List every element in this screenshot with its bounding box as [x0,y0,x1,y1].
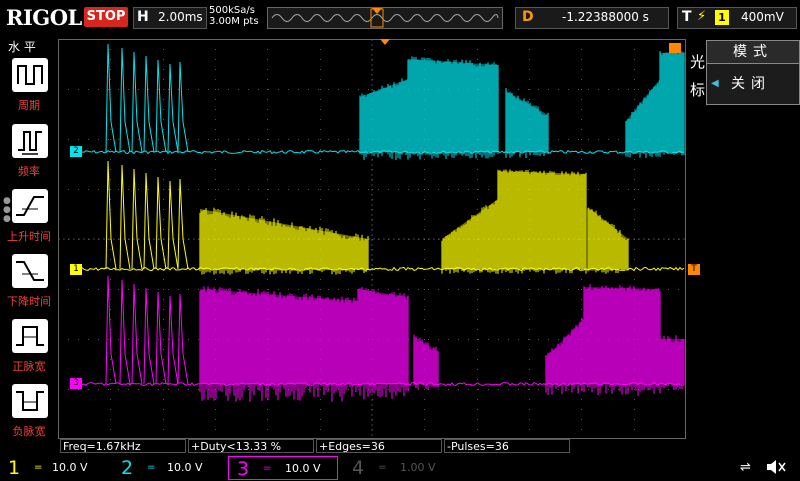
menu-title: 水 平 [8,40,36,54]
trigger-label: T [682,9,692,25]
positive-pulse-width-button[interactable] [12,319,48,353]
rising-edge-icon: ⚡ [697,9,707,24]
ch3-scale: 10.0 V [285,462,321,475]
rigol-logo: RIGOL [6,5,82,30]
delay-label: D [522,9,534,25]
rise-time-icon [16,196,44,216]
cursor-menu-title: 光 标 [690,48,705,104]
negative-pulse-width-label: 负脉宽 [12,425,46,438]
ch1-coupling: = [34,462,43,473]
ch1-scale: 10.0 V [52,461,88,474]
ch2-scale: 10.0 V [167,461,203,474]
rise-time-label: 上升时间 [7,230,51,243]
cursor-title-line1: 光 [690,53,706,71]
measurement-duty[interactable]: +Duty<13.33 % [188,439,314,453]
ch4-number: 4 [352,457,365,479]
fall-time-label: 下降时间 [7,295,51,308]
ch2-offset-marker[interactable]: 2 [70,146,82,157]
ch3-status[interactable]: 3 = 10.0 V [228,456,338,480]
delay-value: -1.22388000 s [562,10,649,24]
positive-pulse-width-label: 正脉宽 [12,360,46,373]
cursor-mode-label: 模式 [706,40,800,63]
positive-pulse-width-icon [16,326,44,346]
ch2-status[interactable]: 2 = 10.0 V [113,456,223,480]
ch1-status[interactable]: 1 = 10.0 V [0,456,110,480]
ch1-offset-marker[interactable]: 1 [70,264,82,275]
memory-depth: 3.00M pts [209,16,259,27]
period-icon [17,65,43,85]
trigger-offset-icon [669,43,681,53]
cursor-title-line2: 标 [690,81,706,99]
acquisition-info: 500kSa/s 3.00M pts [209,5,259,27]
trigger-box[interactable]: T ⚡ 1 400mV [677,7,797,29]
ch4-coupling: = [378,462,387,473]
ch3-number: 3 [237,458,250,480]
ch2-coupling: = [147,462,156,473]
run-stop-button[interactable]: STOP [84,7,128,27]
measurement-edges[interactable]: +Edges=36 [316,439,442,453]
frequency-label: 频率 [18,165,40,178]
ch1-number: 1 [8,457,21,479]
measurement-pulses[interactable]: -Pulses=36 [444,439,570,453]
negative-pulse-width-button[interactable] [12,384,48,418]
frequency-icon [18,131,42,155]
rise-time-button[interactable] [12,189,48,223]
trigger-level: 400mV [741,10,784,24]
waveform-overview [271,8,499,28]
sample-rate: 500kSa/s [209,5,255,16]
usb-icon: ⇌ [740,460,751,475]
page-indicator-icon: ● ● ● [3,196,11,224]
ch2-number: 2 [121,457,134,479]
delay-box[interactable]: D -1.22388000 s [515,7,669,29]
waveform-display[interactable] [58,39,686,439]
period-button[interactable] [12,58,48,92]
measurement-freq[interactable]: Freq=1.67kHz [60,439,186,453]
select-arrow-icon: ◀ [711,78,719,89]
frequency-button[interactable] [12,124,48,158]
cursor-mode-select[interactable]: ◀ 关闭 [706,63,800,105]
memory-overview-bar[interactable] [267,7,503,29]
ch4-status[interactable]: 4 = 1.00 V [344,456,454,480]
speaker-mute-icon[interactable] [765,458,787,476]
trigger-level-marker[interactable]: T [688,264,700,275]
ch3-coupling: = [263,463,272,474]
period-label: 周期 [18,99,40,112]
timebase-label: H [137,9,149,25]
ch3-offset-marker[interactable]: 3 [70,378,82,389]
timebase-box[interactable]: H 2.00ms [133,7,207,29]
fall-time-icon [16,261,44,281]
trigger-source: 1 [715,10,729,25]
fall-time-button[interactable] [12,254,48,288]
cursor-mode-value: 关闭 [731,76,771,92]
ch4-scale: 1.00 V [400,461,436,474]
negative-pulse-width-icon [16,391,44,411]
timebase-value: 2.00ms [158,10,203,24]
trigger-position-icon [372,8,382,14]
